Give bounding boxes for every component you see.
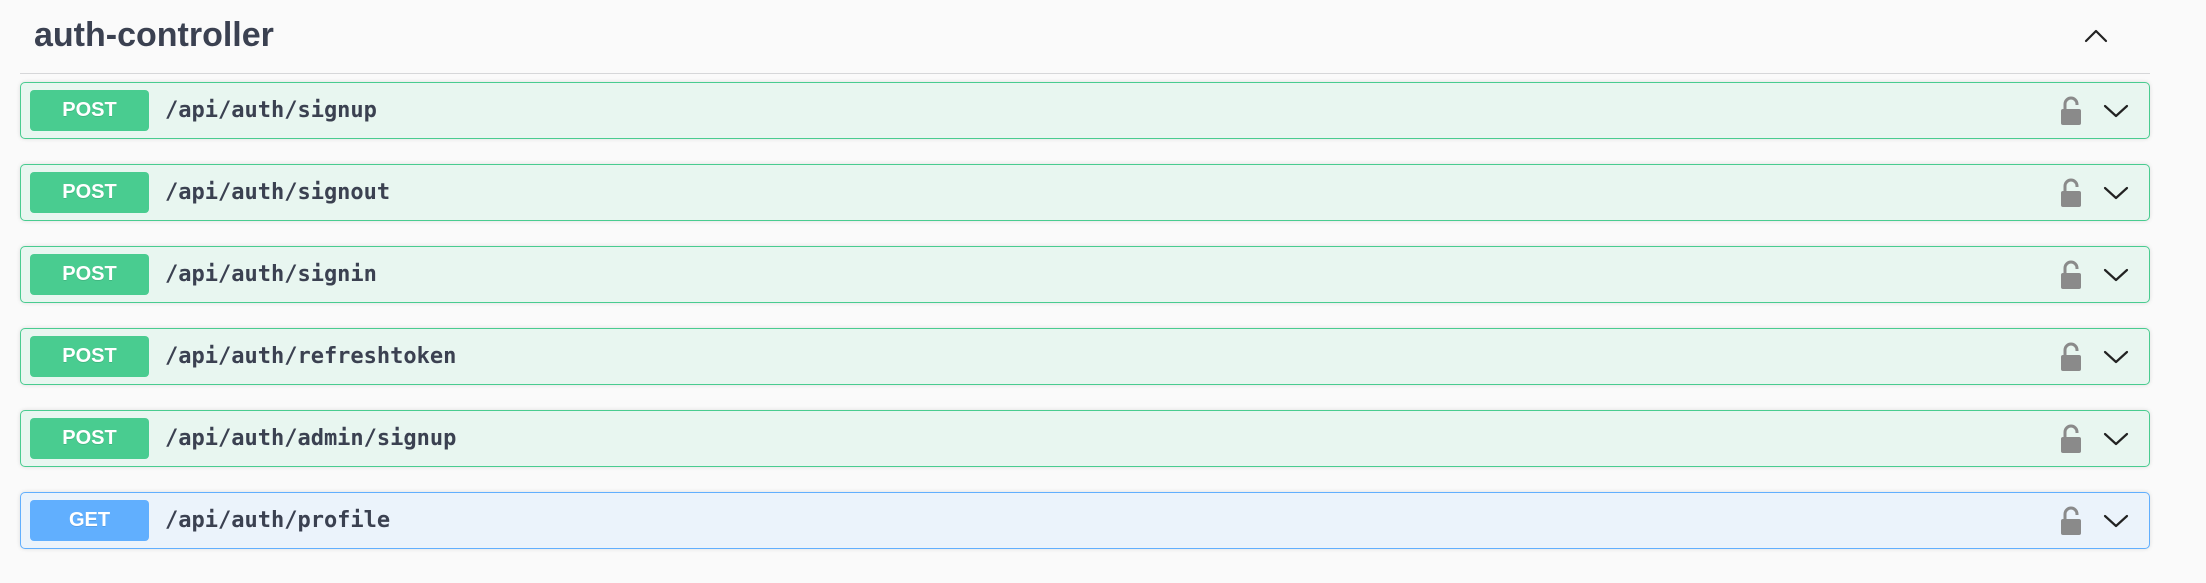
chevron-down-icon[interactable] — [2099, 340, 2133, 374]
operation-icons — [2057, 175, 2133, 211]
unlocked-padlock-icon[interactable] — [2057, 257, 2085, 293]
operation-get-profile[interactable]: GET /api/auth/profile — [20, 492, 2150, 549]
method-badge: POST — [30, 418, 149, 459]
method-badge: POST — [30, 336, 149, 377]
section-title[interactable]: auth-controller — [34, 15, 274, 55]
section-header[interactable]: auth-controller — [20, 0, 2150, 74]
unlocked-padlock-icon[interactable] — [2057, 93, 2085, 129]
chevron-down-icon[interactable] — [2099, 94, 2133, 128]
operation-path[interactable]: /api/auth/signup — [165, 98, 377, 123]
operation-icons — [2057, 421, 2133, 457]
chevron-down-icon[interactable] — [2099, 176, 2133, 210]
operation-post-admin-signup[interactable]: POST /api/auth/admin/signup — [20, 410, 2150, 467]
operation-post-signup[interactable]: POST /api/auth/signup — [20, 82, 2150, 139]
chevron-down-icon[interactable] — [2099, 504, 2133, 538]
operation-icons — [2057, 339, 2133, 375]
operation-path[interactable]: /api/auth/profile — [165, 508, 390, 533]
operations-list: POST /api/auth/signup POST /api/auth/sig… — [20, 82, 2150, 574]
chevron-down-icon[interactable] — [2099, 422, 2133, 456]
chevron-up-icon[interactable] — [2078, 18, 2114, 54]
method-badge: POST — [30, 172, 149, 213]
method-badge: GET — [30, 500, 149, 541]
unlocked-padlock-icon[interactable] — [2057, 503, 2085, 539]
operation-post-signout[interactable]: POST /api/auth/signout — [20, 164, 2150, 221]
operation-path[interactable]: /api/auth/refreshtoken — [165, 344, 456, 369]
operation-icons — [2057, 93, 2133, 129]
unlocked-padlock-icon[interactable] — [2057, 339, 2085, 375]
operation-path[interactable]: /api/auth/admin/signup — [165, 426, 456, 451]
method-badge: POST — [30, 254, 149, 295]
operation-post-refreshtoken[interactable]: POST /api/auth/refreshtoken — [20, 328, 2150, 385]
operation-icons — [2057, 503, 2133, 539]
chevron-down-icon[interactable] — [2099, 258, 2133, 292]
operation-post-signin[interactable]: POST /api/auth/signin — [20, 246, 2150, 303]
operation-path[interactable]: /api/auth/signin — [165, 262, 377, 287]
auth-controller-section: auth-controller POST /api/auth/signup PO… — [20, 0, 2150, 549]
operation-path[interactable]: /api/auth/signout — [165, 180, 390, 205]
unlocked-padlock-icon[interactable] — [2057, 421, 2085, 457]
operation-icons — [2057, 257, 2133, 293]
method-badge: POST — [30, 90, 149, 131]
unlocked-padlock-icon[interactable] — [2057, 175, 2085, 211]
